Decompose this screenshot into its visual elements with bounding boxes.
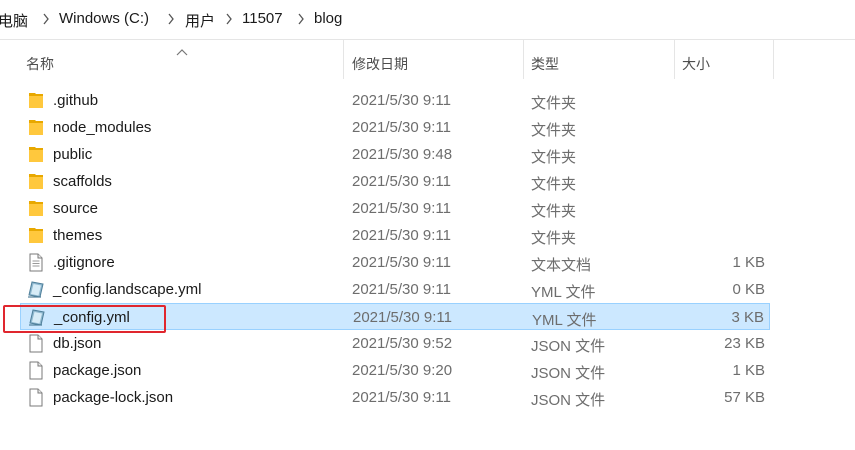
address-bar[interactable]: 电脑 Windows (C:) 用户 11507 blog xyxy=(0,0,855,40)
folder-icon xyxy=(27,91,45,110)
file-row[interactable]: public 2021/5/30 9:48 文件夹 xyxy=(20,141,770,168)
file-type: 文件夹 xyxy=(531,149,577,166)
file-row[interactable]: package.json 2021/5/30 9:20 JSON 文件 1 KB xyxy=(20,357,770,384)
file-size: 1 KB xyxy=(732,362,765,379)
file-modified-date: 2021/5/30 9:11 xyxy=(353,309,452,326)
file-type: JSON 文件 xyxy=(531,365,606,382)
file-row[interactable]: source 2021/5/30 9:11 文件夹 xyxy=(20,195,770,222)
folder-icon xyxy=(27,199,45,218)
chevron-right-icon[interactable] xyxy=(224,11,234,27)
file-row[interactable]: .github 2021/5/30 9:11 文件夹 xyxy=(20,87,770,114)
file-modified-date: 2021/5/30 9:11 xyxy=(352,227,451,244)
file-type: YML 文件 xyxy=(532,312,597,329)
highlight-annotation xyxy=(3,305,166,333)
file-name: package.json xyxy=(53,362,142,379)
file-type: JSON 文件 xyxy=(531,338,606,355)
json-file-icon xyxy=(27,388,45,407)
file-name: themes xyxy=(53,227,103,244)
file-size: 57 KB xyxy=(724,389,765,406)
chevron-right-icon[interactable] xyxy=(296,11,306,27)
file-type: 文件夹 xyxy=(531,95,577,112)
breadcrumb-item-computer[interactable]: 电脑 xyxy=(0,10,28,31)
json-file-icon xyxy=(27,334,45,353)
file-modified-date: 2021/5/30 9:20 xyxy=(352,362,453,379)
file-row[interactable]: themes 2021/5/30 9:11 文件夹 xyxy=(20,222,770,249)
breadcrumb-item-blog[interactable]: blog xyxy=(314,10,342,27)
column-header-name[interactable]: 名称 xyxy=(26,54,54,74)
file-size: 3 KB xyxy=(731,309,764,326)
file-type: 文件夹 xyxy=(531,122,577,139)
chevron-right-icon[interactable] xyxy=(41,11,51,27)
breadcrumb-item-users[interactable]: 用户 xyxy=(185,10,215,31)
file-name: package-lock.json xyxy=(53,389,174,406)
column-divider[interactable] xyxy=(343,39,344,79)
column-header-size[interactable]: 大小 xyxy=(682,54,710,74)
breadcrumb-item-user[interactable]: 11507 xyxy=(242,10,283,27)
file-modified-date: 2021/5/30 9:11 xyxy=(352,281,451,298)
file-name: _config.landscape.yml xyxy=(53,281,202,298)
file-type: 文件夹 xyxy=(531,203,577,220)
file-type: 文本文档 xyxy=(531,257,592,274)
file-modified-date: 2021/5/30 9:11 xyxy=(352,389,451,406)
file-name: node_modules xyxy=(53,119,152,136)
file-type: YML 文件 xyxy=(531,284,596,301)
column-divider[interactable] xyxy=(674,39,675,79)
file-modified-date: 2021/5/30 9:11 xyxy=(352,119,451,136)
column-header-date[interactable]: 修改日期 xyxy=(352,54,408,74)
file-row[interactable]: db.json 2021/5/30 9:52 JSON 文件 23 KB xyxy=(20,330,770,357)
column-divider[interactable] xyxy=(773,39,774,79)
folder-icon xyxy=(27,172,45,191)
folder-icon xyxy=(27,145,45,164)
file-row[interactable]: package-lock.json 2021/5/30 9:11 JSON 文件 57… xyxy=(20,384,770,411)
file-name: scaffolds xyxy=(53,173,112,190)
chevron-right-icon[interactable] xyxy=(166,11,176,27)
file-row[interactable]: node_modules 2021/5/30 9:11 文件夹 xyxy=(20,114,770,141)
text-file-icon xyxy=(27,253,45,272)
file-size: 23 KB xyxy=(724,335,765,352)
file-name: .github xyxy=(53,92,99,109)
file-size: 1 KB xyxy=(732,254,765,271)
file-row[interactable]: scaffolds 2021/5/30 9:11 文件夹 xyxy=(20,168,770,195)
column-header-row: 名称 修改日期 类型 大小 xyxy=(0,39,855,85)
yml-file-icon xyxy=(27,280,45,299)
file-modified-date: 2021/5/30 9:52 xyxy=(352,335,453,352)
file-type: 文件夹 xyxy=(531,230,577,247)
file-name: db.json xyxy=(53,335,102,352)
file-row[interactable]: _config.landscape.yml 2021/5/30 9:11 YML 文… xyxy=(20,276,770,303)
folder-icon xyxy=(27,118,45,137)
column-divider[interactable] xyxy=(523,39,524,79)
breadcrumb-item-drive[interactable]: Windows (C:) xyxy=(59,10,149,27)
file-modified-date: 2021/5/30 9:11 xyxy=(352,200,451,217)
file-size: 0 KB xyxy=(732,281,765,298)
folder-icon xyxy=(27,226,45,245)
file-modified-date: 2021/5/30 9:11 xyxy=(352,173,451,190)
file-name: source xyxy=(53,200,99,217)
column-header-type[interactable]: 类型 xyxy=(531,54,559,74)
file-type: 文件夹 xyxy=(531,176,577,193)
sort-ascending-icon xyxy=(176,43,188,59)
file-modified-date: 2021/5/30 9:11 xyxy=(352,254,451,271)
file-type: JSON 文件 xyxy=(531,392,606,409)
file-row[interactable]: .gitignore 2021/5/30 9:11 文本文档 1 KB xyxy=(20,249,770,276)
file-modified-date: 2021/5/30 9:48 xyxy=(352,146,453,163)
file-name: public xyxy=(53,146,93,163)
json-file-icon xyxy=(27,361,45,380)
file-name: .gitignore xyxy=(53,254,115,271)
file-modified-date: 2021/5/30 9:11 xyxy=(352,92,451,109)
